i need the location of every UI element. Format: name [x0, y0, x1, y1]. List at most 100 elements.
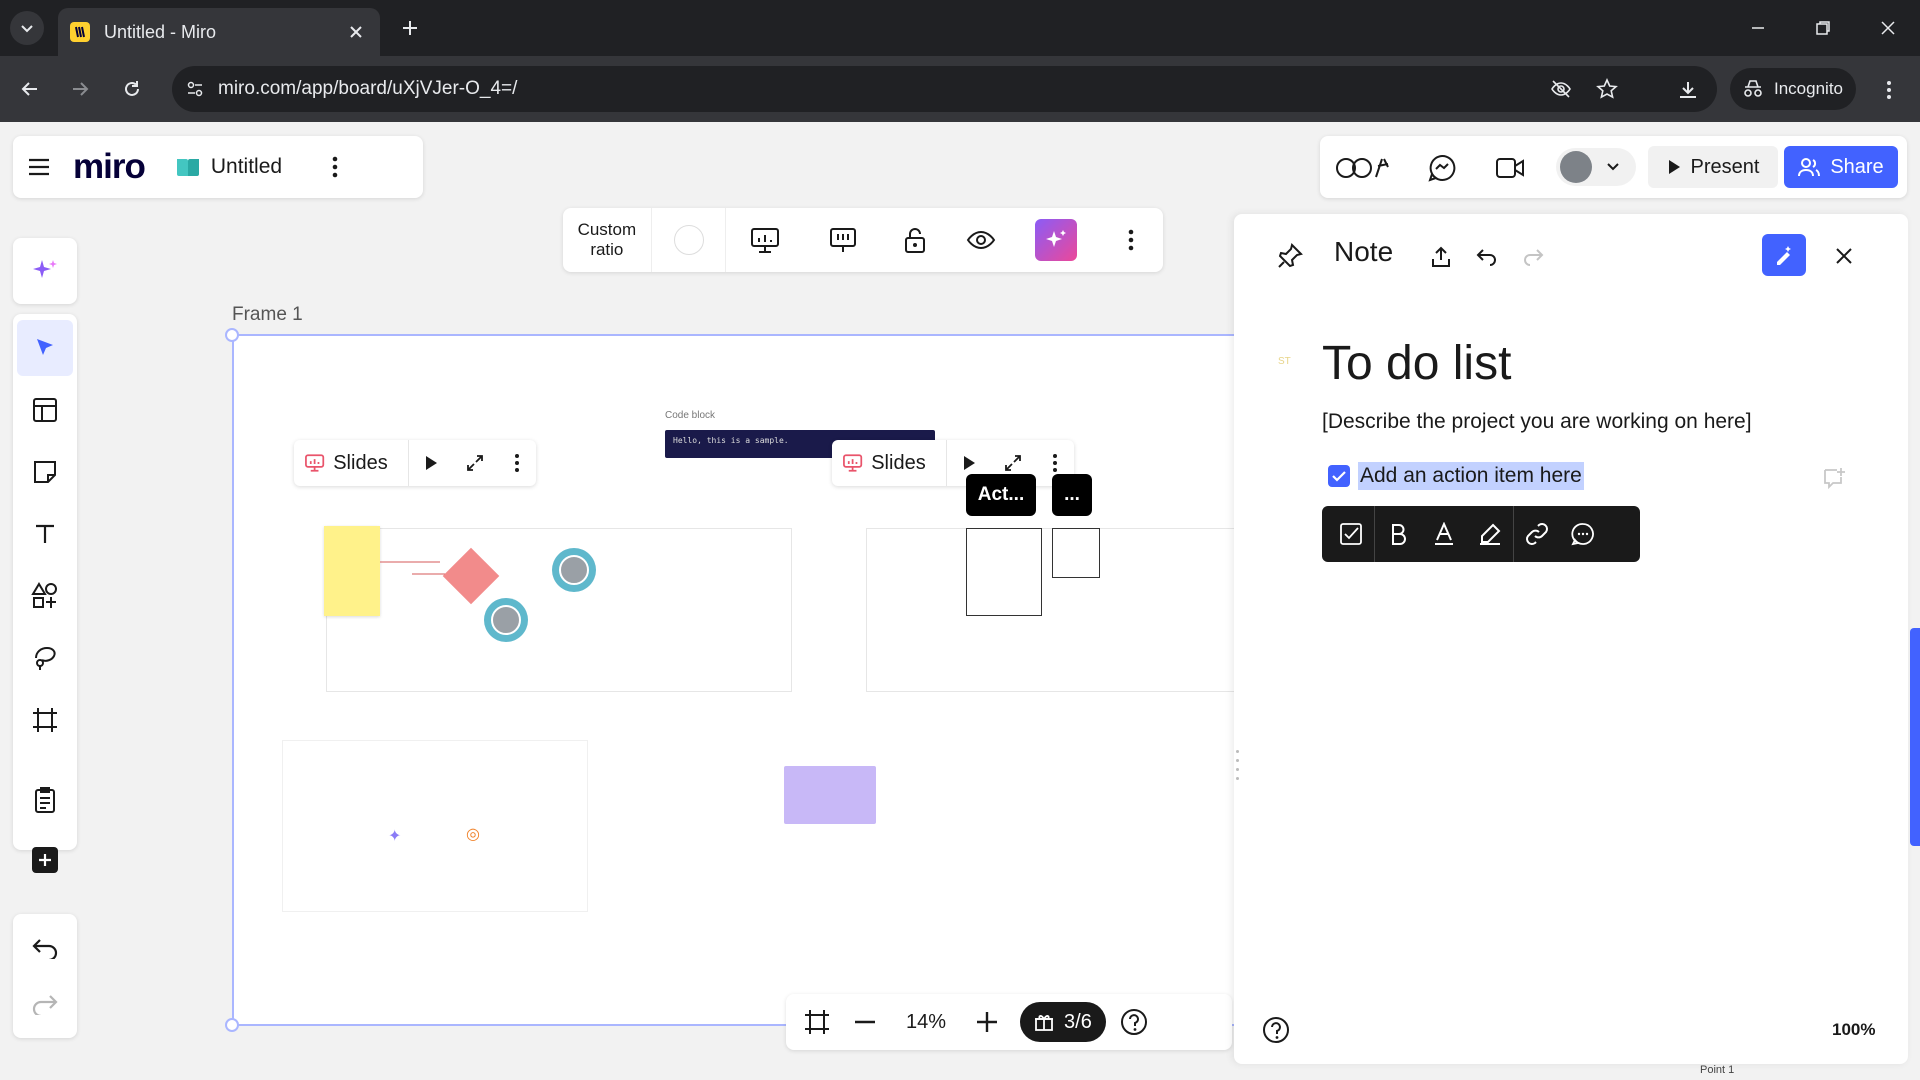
help-button[interactable]: [1106, 994, 1162, 1050]
templates-tool[interactable]: [13, 382, 77, 438]
visibility-button[interactable]: [948, 208, 1014, 272]
minimize-window-button[interactable]: [1743, 14, 1773, 42]
new-tab-button[interactable]: [396, 14, 424, 42]
pin-button[interactable]: [1274, 240, 1306, 272]
pen-tool[interactable]: [13, 630, 77, 686]
more-options-button[interactable]: [1099, 208, 1163, 272]
slides-label[interactable]: Slides: [871, 452, 925, 475]
reactions-button[interactable]: [1334, 148, 1394, 186]
undo-button[interactable]: [1472, 242, 1502, 272]
browser-menu-button[interactable]: [1873, 74, 1905, 106]
panel-title: Note: [1334, 236, 1394, 267]
browser-tab[interactable]: Untitled - Miro: [58, 8, 380, 56]
downloads-button[interactable]: [1672, 74, 1704, 106]
card-shape-2[interactable]: [1052, 528, 1100, 578]
close-tab-icon[interactable]: [344, 20, 368, 44]
add-comment-button[interactable]: [1820, 464, 1848, 492]
select-tool[interactable]: [17, 320, 73, 376]
play-button[interactable]: [409, 440, 453, 486]
comments-button[interactable]: [1424, 150, 1460, 186]
board-name[interactable]: Untitled: [211, 155, 282, 179]
highlight-button[interactable]: [1467, 506, 1513, 562]
hide-slide-button[interactable]: [804, 208, 882, 272]
shapes-tool[interactable]: [13, 568, 77, 624]
frame-resize-handle-bottom-left[interactable]: [225, 1018, 239, 1032]
frame-label[interactable]: Frame 1: [232, 304, 303, 326]
expand-button[interactable]: [453, 440, 497, 486]
checklist-format-button[interactable]: [1328, 506, 1374, 562]
note-description[interactable]: [Describe the project you are working on…: [1322, 410, 1752, 434]
lock-button[interactable]: [882, 208, 948, 272]
close-window-button[interactable]: [1873, 14, 1903, 42]
address-bar[interactable]: miro.com/app/board/uXjVJer-O_4=/: [172, 66, 1717, 112]
code-block-text: Hello, this is a sample.: [673, 436, 789, 445]
redo-button[interactable]: [13, 976, 77, 1032]
sticky-note-tool[interactable]: [13, 444, 77, 500]
todo-checkbox[interactable]: [1328, 465, 1350, 487]
help-button[interactable]: [1260, 1014, 1292, 1046]
act-tag[interactable]: Act...: [966, 474, 1036, 516]
miro-logo[interactable]: miro: [73, 147, 146, 187]
ai-assist-tool[interactable]: [13, 243, 77, 299]
restore-window-button[interactable]: [1808, 14, 1838, 42]
eye-off-icon[interactable]: [1546, 74, 1576, 104]
zoom-out-button[interactable]: [842, 994, 888, 1050]
main-menu-button[interactable]: [27, 155, 51, 179]
video-call-button[interactable]: [1492, 150, 1528, 186]
board-options-button[interactable]: [320, 147, 350, 187]
browser-tab-bar: Untitled - Miro: [0, 0, 1920, 56]
share-button[interactable]: Share: [1784, 146, 1898, 188]
panel-zoom-level[interactable]: 100%: [1832, 1020, 1875, 1040]
note-title[interactable]: To do list: [1322, 336, 1511, 391]
frames-pager[interactable]: 3/6: [1020, 1002, 1106, 1042]
text-color-button[interactable]: [1421, 506, 1467, 562]
user-avatar-menu[interactable]: [1556, 148, 1636, 186]
bookmark-star-icon[interactable]: [1592, 74, 1622, 104]
slide-area-2[interactable]: [866, 528, 1236, 692]
side-panel-tab[interactable]: [1910, 628, 1920, 846]
site-info-icon[interactable]: [180, 74, 210, 104]
kebab-menu-icon: [332, 156, 338, 178]
slide-presentation-button[interactable]: [726, 208, 804, 272]
aspect-ratio-selector[interactable]: Custom ratio: [563, 208, 651, 272]
back-button[interactable]: [14, 73, 46, 105]
todo-item[interactable]: Add an action item here: [1328, 462, 1584, 490]
avatar-bubble-1[interactable]: [552, 548, 596, 592]
present-button[interactable]: Present: [1648, 146, 1778, 188]
frame-tool[interactable]: [13, 692, 77, 748]
card-shape-1[interactable]: [966, 528, 1042, 616]
zoom-in-button[interactable]: [964, 994, 1010, 1050]
redo-button[interactable]: [1518, 242, 1548, 272]
ai-button[interactable]: [1013, 208, 1099, 272]
reload-button[interactable]: [116, 73, 148, 105]
undo-icon: [1476, 249, 1496, 266]
panel-resize-handle[interactable]: [1234, 750, 1240, 780]
sticky-note[interactable]: [324, 526, 380, 616]
text-tool[interactable]: [13, 506, 77, 562]
slide-area-3[interactable]: [282, 740, 588, 912]
text-format-toolbar: [1322, 506, 1640, 562]
forward-button[interactable]: [64, 73, 96, 105]
close-panel-button[interactable]: [1828, 240, 1860, 272]
notes-tool[interactable]: [13, 772, 77, 828]
incognito-indicator[interactable]: Incognito: [1730, 68, 1856, 110]
undo-button[interactable]: [13, 920, 77, 976]
comment-button[interactable]: [1560, 506, 1606, 562]
zoom-level[interactable]: 14%: [906, 1011, 946, 1034]
slides-label[interactable]: Slides: [333, 452, 387, 475]
ai-writer-button[interactable]: [1762, 234, 1806, 276]
play-icon: [1668, 160, 1680, 174]
purple-card[interactable]: [784, 766, 876, 824]
avatar-bubble-2[interactable]: [484, 598, 528, 642]
more-tag[interactable]: ...: [1052, 474, 1092, 516]
bold-button[interactable]: [1375, 506, 1421, 562]
more-tools-button[interactable]: [13, 832, 77, 888]
link-button[interactable]: [1514, 506, 1560, 562]
more-options-button[interactable]: [497, 440, 536, 486]
fit-to-screen-button[interactable]: [792, 994, 842, 1050]
frame-color-button[interactable]: [652, 208, 726, 272]
frame-resize-handle-top-left[interactable]: [225, 328, 239, 342]
tab-search-button[interactable]: [10, 11, 44, 45]
todo-text[interactable]: Add an action item here: [1358, 462, 1584, 490]
export-button[interactable]: [1426, 242, 1456, 272]
